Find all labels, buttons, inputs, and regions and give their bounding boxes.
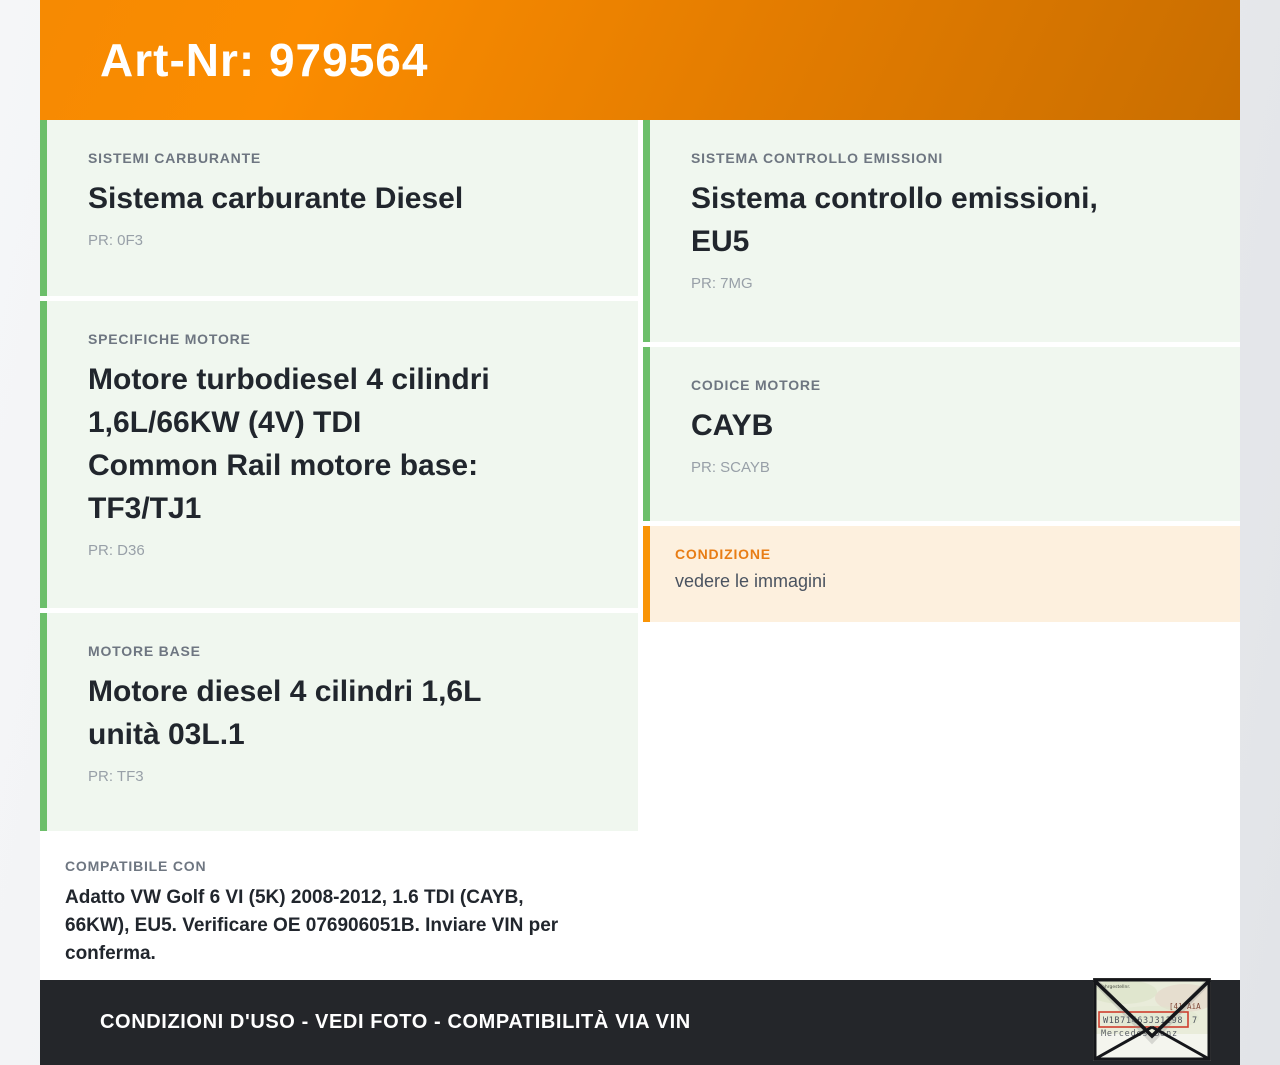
card-emission-system: SISTEMA CONTROLLO EMISSIONI Sistema cont…	[643, 120, 1240, 342]
condition-text: vedere le immagini	[675, 571, 827, 591]
vin-document-envelope-image: Fahrgestellnr. [4] AiA W1B71463J31298 7 …	[1093, 978, 1211, 1061]
envelope-icon: Fahrgestellnr. [4] AiA W1B71463J31298 7 …	[1093, 978, 1211, 1061]
card-pr-code: PR: TF3	[88, 768, 144, 785]
card-label: SISTEMA CONTROLLO EMISSIONI	[691, 150, 944, 166]
card-label: COMPATIBILE CON	[65, 858, 207, 874]
card-compatibility: COMPATIBILE CON Adatto VW Golf 6 VI (5K)…	[40, 836, 638, 975]
card-engine-specs: SPECIFICHE MOTORE Motore turbodiesel 4 c…	[40, 301, 638, 608]
footer-bar: CONDIZIONI D'USO - VEDI FOTO - COMPATIBI…	[40, 980, 1240, 1065]
card-title: Sistema carburante Diesel	[88, 182, 464, 215]
card-pr-code: PR: 0F3	[88, 232, 144, 249]
right-column: SISTEMA CONTROLLO EMISSIONI Sistema cont…	[643, 120, 1240, 980]
footer-notice-text: CONDIZIONI D'USO - VEDI FOTO - COMPATIBI…	[100, 1011, 691, 1033]
card-pr-code: PR: SCAYB	[691, 459, 770, 476]
article-number-title: Art-Nr: 979564	[100, 34, 429, 86]
card-base-engine: MOTORE BASE Motore diesel 4 cilindri 1,6…	[40, 613, 638, 831]
card-title: Sistema controllo emissioni, EU5	[691, 182, 1098, 258]
card-pr-code: PR: 7MG	[691, 275, 753, 292]
header-banner: Art-Nr: 979564	[40, 0, 1240, 120]
card-fuel-system: SISTEMI CARBURANTE Sistema carburante Di…	[40, 120, 638, 296]
card-title: Motore turbodiesel 4 cilindri 1,6L/66KW …	[88, 363, 490, 525]
card-engine-code: CODICE MOTORE CAYB PR: SCAYB	[643, 347, 1240, 521]
vin-extra-text: 7	[1192, 1016, 1197, 1026]
card-label: CODICE MOTORE	[691, 377, 821, 393]
listing-content: Art-Nr: 979564 SISTEMI CARBURANTE Sistem…	[40, 0, 1240, 1065]
left-column: SISTEMI CARBURANTE Sistema carburante Di…	[40, 120, 638, 980]
card-label: SISTEMI CARBURANTE	[88, 150, 262, 166]
card-pr-code: PR: D36	[88, 542, 145, 559]
card-label: MOTORE BASE	[88, 643, 201, 659]
card-title: CAYB	[691, 409, 774, 442]
card-label: CONDIZIONE	[675, 546, 771, 562]
card-title: Motore diesel 4 cilindri 1,6L unità 03L.…	[88, 675, 482, 751]
card-label: SPECIFICHE MOTORE	[88, 331, 251, 347]
spec-cards-area: SISTEMI CARBURANTE Sistema carburante Di…	[40, 120, 1240, 980]
listing-page: Art-Nr: 979564 SISTEMI CARBURANTE Sistem…	[0, 0, 1280, 1065]
card-condition: CONDIZIONE vedere le immagini	[643, 526, 1240, 622]
compatibility-text: Adatto VW Golf 6 VI (5K) 2008-2012, 1.6 …	[65, 887, 559, 964]
